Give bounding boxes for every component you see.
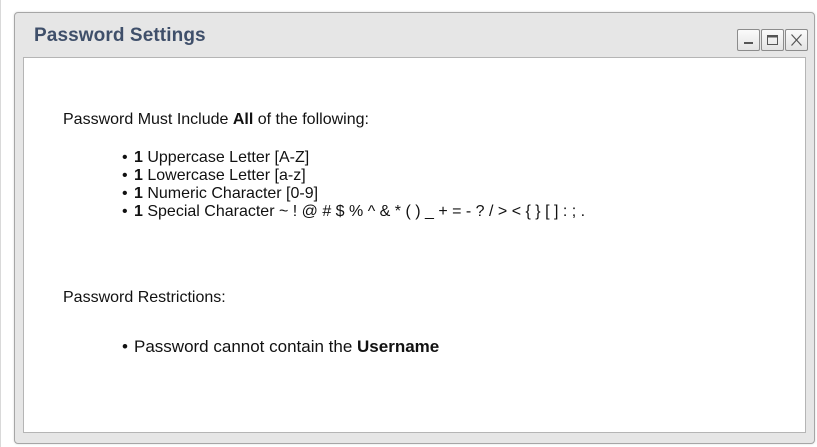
requirements-heading: Password Must Include All of the followi… [63, 111, 369, 129]
password-settings-dialog: Password Settings Password Must Include … [14, 12, 815, 444]
requirement-count: 1 [134, 149, 143, 166]
list-item: • 1 Lowercase Letter [a-z] [122, 167, 585, 185]
maximize-button[interactable] [761, 29, 784, 51]
bullet: • [122, 337, 128, 356]
list-item: • 1 Uppercase Letter [A-Z] [122, 149, 585, 167]
dialog-content: Password Must Include All of the followi… [23, 57, 806, 433]
dialog-title: Password Settings [34, 25, 206, 46]
requirement-count: 1 [134, 185, 143, 202]
bullet: • [122, 167, 128, 184]
requirement-count: 1 [134, 167, 143, 184]
title-bar[interactable]: Password Settings [15, 13, 814, 57]
requirements-heading-prefix: Password Must Include [63, 111, 233, 128]
requirement-text: Lowercase Letter [a-z] [142, 167, 306, 184]
list-item: • 1 Numeric Character [0-9] [122, 185, 585, 203]
requirements-heading-suffix: of the following: [253, 111, 369, 128]
requirements-list: • 1 Uppercase Letter [A-Z] • 1 Lowercase L… [122, 149, 585, 221]
bullet: • [122, 185, 128, 202]
requirements-heading-emphasis: All [232, 111, 254, 128]
bullet: • [122, 149, 128, 166]
close-icon [791, 34, 802, 46]
list-item: • Password cannot contain the Username [122, 337, 439, 357]
close-button[interactable] [785, 29, 808, 51]
requirement-text: Special Character ~ ! @ # $ % ^ & * ( ) … [142, 203, 586, 220]
list-item: • 1 Special Character ~ ! @ # $ % ^ & * (… [122, 203, 585, 221]
bullet: • [122, 203, 128, 220]
restriction-emphasis: Username [357, 337, 440, 356]
requirement-text: Numeric Character [0-9] [142, 185, 319, 202]
minimize-icon [744, 42, 753, 44]
requirement-text: Uppercase Letter [A-Z] [142, 149, 310, 166]
restrictions-list: • Password cannot contain the Username [122, 337, 439, 357]
minimize-button[interactable] [737, 29, 760, 51]
restriction-text: Password cannot contain the [134, 337, 358, 356]
restrictions-heading: Password Restrictions: [63, 289, 226, 306]
maximize-icon [767, 35, 778, 45]
window-controls [736, 29, 808, 51]
requirement-count: 1 [134, 203, 143, 220]
